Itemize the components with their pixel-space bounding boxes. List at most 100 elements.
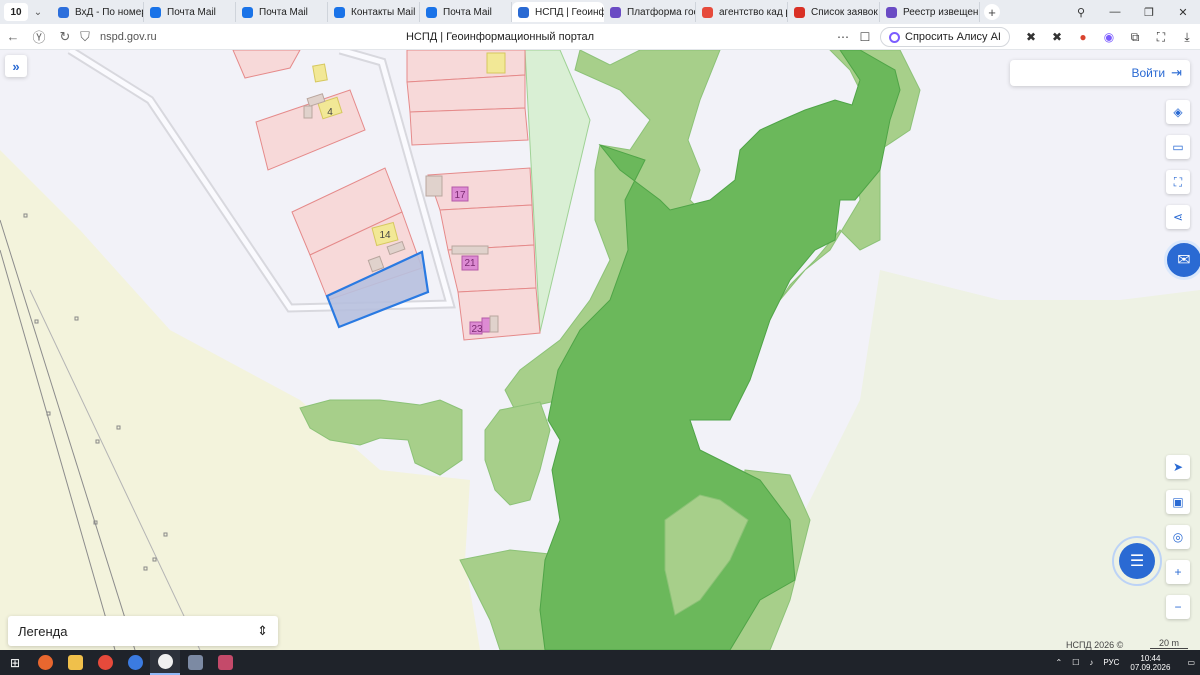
tray-chevron-icon[interactable]: ⌃ (1055, 658, 1062, 667)
mail-icon (242, 6, 253, 18)
locate-arrow-icon[interactable]: ➤ (1166, 455, 1190, 479)
tab-count-badge[interactable]: 10 (4, 3, 28, 21)
system-tray: ⌃ ☐ ♪ РУС 10:44 07.09.2026 ▭ (1050, 650, 1200, 675)
parcel-number-14[interactable]: 14 (379, 230, 391, 241)
windows-start-icon[interactable]: ⊞ (0, 656, 30, 670)
print-icon[interactable]: ▣ (1166, 490, 1190, 514)
expand-panel-button[interactable]: » (5, 55, 27, 77)
taskbar-app-g-icon[interactable] (120, 650, 150, 675)
taskbar-firefox-icon[interactable] (30, 650, 60, 675)
copyright-text: НСПД 2026 © (1066, 640, 1124, 650)
ruler-icon[interactable]: ▭ (1166, 135, 1190, 159)
bookmark-icon[interactable]: ☐ (854, 30, 876, 44)
taskbar-explorer-icon[interactable] (60, 650, 90, 675)
url-text[interactable]: nspd.gov.ru (100, 31, 330, 43)
legend-toggle-icon: ⇕ (257, 623, 268, 638)
login-button[interactable]: Войти ⇥ (1010, 60, 1190, 86)
extension-color-icon[interactable]: ◉ (1096, 30, 1122, 44)
login-label: Войти (1131, 66, 1166, 80)
contacts-icon (334, 6, 345, 18)
zoom-in-icon[interactable]: + (1166, 560, 1190, 584)
map-svg: 4 14 17 21 23 (0, 50, 1200, 650)
extensions-puzzle-icon[interactable]: ⧉ (1122, 30, 1148, 45)
tab-1[interactable]: Почта Mail (144, 2, 236, 22)
legend-panel[interactable]: Легенда ⇕ (8, 616, 278, 646)
taskbar-yandex-browser-icon[interactable] (150, 650, 180, 675)
login-arrow-icon: ⇥ (1171, 65, 1182, 80)
tray-lang[interactable]: РУС (1103, 658, 1119, 667)
vk-icon (58, 6, 69, 18)
tab-label: Контакты Mail (351, 6, 416, 18)
mail-icon (426, 6, 437, 18)
yandex-home-icon[interactable]: Ⓨ (26, 27, 52, 46)
parcel-number-17[interactable]: 17 (454, 190, 466, 201)
tray-time: 10:44 (1140, 653, 1161, 663)
bookmarks-icon[interactable]: ⚲ (1064, 6, 1098, 19)
chat-assistant-button[interactable]: ☰ (1112, 536, 1162, 586)
tray-volume-icon[interactable]: ♪ (1089, 658, 1093, 667)
downloads-icon[interactable]: ⤓ (1174, 30, 1200, 45)
tab-9[interactable]: Реестр извещени (880, 2, 980, 22)
reload-icon[interactable]: ↻ (52, 29, 78, 45)
address-actions: ⋯ ☐ Спросить Алису AI ✖ ✖ ● ◉ ⧉ ⛶ ⤓ (832, 24, 1200, 50)
tab-3[interactable]: Контакты Mail (328, 2, 420, 22)
window-controls: ⚲ — ❐ ✕ (1064, 0, 1200, 24)
tab-2[interactable]: Почта Mail (236, 2, 328, 22)
area-select-icon[interactable]: ⛶ (1166, 170, 1190, 194)
tray-clock[interactable]: 10:44 07.09.2026 (1130, 654, 1170, 672)
tab-label: Почта Mail (443, 6, 492, 18)
share-icon[interactable]: ⋖ (1166, 205, 1190, 229)
tray-network-icon[interactable]: ☐ (1072, 658, 1079, 667)
os-taskbar: ⊞ ⌃ ☐ ♪ РУС 10:44 07.09.2026 ▭ (0, 650, 1200, 675)
tab-label: Список заявок — (811, 6, 879, 18)
alice-icon (889, 31, 901, 43)
tab-label: агентство кад раб (719, 6, 787, 18)
gov-icon (610, 6, 621, 18)
legend-label: Легенда (18, 623, 68, 639)
address-bar: ← Ⓨ ↻ ⛉ nspd.gov.ru НСПД | Геоинформацио… (0, 24, 1200, 50)
tab-0[interactable]: ВхД - По номеру (52, 2, 144, 22)
tab-label: Почта Mail (259, 6, 308, 18)
taskbar-calendar-icon[interactable] (210, 650, 240, 675)
gmail-icon (794, 6, 805, 18)
tray-notifications-icon[interactable]: ▭ (1187, 658, 1195, 667)
restore-icon[interactable]: ❐ (1132, 6, 1166, 19)
site-shield-icon[interactable]: ⛉ (78, 29, 92, 45)
tab-label: Реестр извещени (903, 6, 980, 18)
tab-list-chevron-icon[interactable]: ⌄ (30, 3, 46, 21)
browser-tab-strip: 10 ⌄ ВхД - По номеру Почта Mail Почта Mail… (0, 0, 1200, 24)
layers-icon[interactable]: ◈ (1166, 100, 1190, 124)
close-window-icon[interactable]: ✕ (1166, 6, 1200, 19)
taskbar-app-icon[interactable] (180, 650, 210, 675)
extension-record-icon[interactable]: ● (1070, 30, 1096, 44)
more-dots-icon[interactable]: ⋯ (832, 30, 854, 44)
tab-list: ВхД - По номеру Почта Mail Почта Mail Конта… (52, 0, 980, 24)
taskbar-yandex-icon[interactable] (90, 650, 120, 675)
tab-4[interactable]: Почта Mail (420, 2, 512, 22)
tab-label: НСПД | Геоинф (535, 6, 604, 18)
ask-alice-button[interactable]: Спросить Алису AI (880, 27, 1010, 47)
back-arrow-icon[interactable]: ← (0, 29, 26, 44)
parcel-number-4[interactable]: 4 (327, 107, 333, 118)
mail-icon (150, 6, 161, 18)
feedback-badge-icon[interactable]: ✉ (1164, 240, 1200, 280)
tab-8[interactable]: Список заявок — (788, 2, 880, 22)
tab-7[interactable]: агентство кад раб (696, 2, 788, 22)
chat-bubble-icon: ☰ (1119, 543, 1155, 579)
map-canvas[interactable]: 4 14 17 21 23 » Войти ⇥ ◈ ▭ ⛶ ⋖ ✉ ➤ ▣ ◎ … (0, 50, 1200, 650)
zoom-out-icon[interactable]: − (1166, 595, 1190, 619)
yandex-icon (702, 6, 713, 18)
extension-cross-icon[interactable]: ✖ (1018, 30, 1044, 44)
ask-alice-label: Спросить Алису AI (905, 31, 1001, 43)
tab-5[interactable]: НСПД | Геоинф✕ (512, 2, 604, 22)
new-tab-plus-icon[interactable]: + (984, 4, 1000, 20)
extension-shirt-icon[interactable]: ⛶ (1148, 30, 1174, 45)
minimize-icon[interactable]: — (1098, 6, 1132, 18)
tray-date: 07.09.2026 (1130, 662, 1171, 672)
tab-label: Платформа госуд (627, 6, 695, 18)
geo-pin-icon[interactable]: ◎ (1166, 525, 1190, 549)
parcel-number-23[interactable]: 23 (471, 324, 483, 335)
parcel-number-21[interactable]: 21 (464, 258, 476, 269)
tab-6[interactable]: Платформа госуд (604, 2, 696, 22)
extension-cross-alt-icon[interactable]: ✖ (1044, 30, 1070, 44)
